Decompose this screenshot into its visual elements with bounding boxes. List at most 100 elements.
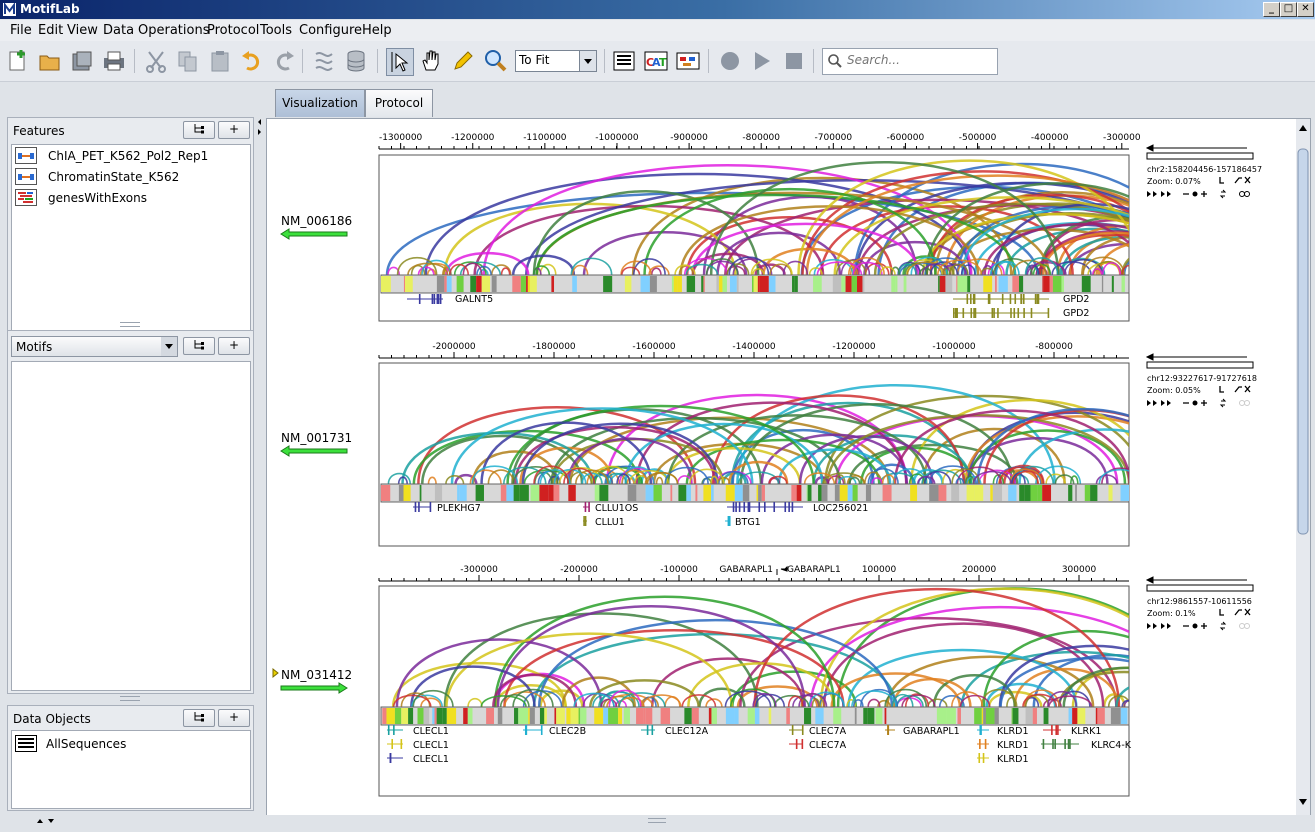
chromatin-state-segment [434,485,443,501]
ruler-tick-label: -800000 [742,133,780,143]
play-button[interactable] [749,48,775,74]
database-button[interactable] [343,48,369,74]
cut-button[interactable] [143,48,169,74]
new-document-icon [9,50,25,71]
print-button[interactable] [101,48,127,74]
chromatin-state-segment [1018,276,1024,292]
sequence-location: chr12:93227617-91727618 [1147,374,1257,383]
list-item[interactable]: ChromatinState_K562 [14,167,250,187]
chromatin-state-segment [1008,485,1017,501]
gene-exon [588,502,590,512]
chromatin-state-segment [568,485,576,501]
pan-tool-button[interactable] [418,48,444,74]
zoom-tool-button[interactable] [482,48,508,74]
zoom-select[interactable]: To Fit [515,50,597,72]
stop-button[interactable] [781,48,807,74]
close-button[interactable]: ✕ [1297,2,1314,17]
menu-protocol[interactable]: Protocol [207,23,259,38]
add-data-object-button[interactable]: + [218,709,250,727]
gene-exon [1009,294,1012,304]
maximize-button[interactable]: □ [1280,2,1297,17]
chromatin-state-segment [875,708,883,724]
menu-edit[interactable]: Edit [38,23,63,38]
menu-help[interactable]: Help [362,23,392,38]
gene-label: PLEKHG7 [437,503,481,514]
gene-exon [738,502,741,512]
undo-button[interactable] [239,48,265,74]
gene-exon [735,502,737,512]
chromatin-state-segment [405,276,413,292]
chromatin-state-segment [570,708,579,724]
list-item[interactable]: genesWithExons [14,188,250,208]
add-motif-button[interactable]: + [218,337,250,355]
chevron-down-icon[interactable] [579,51,596,71]
chromatin-state-segment [520,276,527,292]
search-input[interactable] [847,52,987,68]
minimize-button[interactable]: _ [1263,2,1280,17]
menu-file[interactable]: File [10,23,32,38]
chromatin-state-segment [1077,708,1086,724]
vertical-scrollbar[interactable] [1296,119,1310,816]
menu-view[interactable]: View [67,23,98,38]
menu-tools[interactable]: Tools [260,23,292,38]
chromatin-state-segment [539,708,545,724]
new-button[interactable] [5,48,31,74]
splitter-handle[interactable] [120,322,140,327]
tab-protocol[interactable]: Protocol [365,89,433,117]
features-tree-button[interactable] [183,121,215,139]
list-icon [613,51,635,71]
redo-button[interactable] [271,48,297,74]
motif-browser-button[interactable]: CAT [643,48,669,74]
list-item[interactable]: ChIA_PET_K562_Pol2_Rep1 [14,146,250,166]
tss-label: GABARAPL1 [719,565,773,575]
data-objects-tree-button[interactable] [183,709,215,727]
menu-configure[interactable]: Configure [299,23,362,38]
open-button[interactable] [37,48,63,74]
save-button[interactable] [69,48,95,74]
chromatin-state-segment [640,276,650,292]
gene-exon [788,502,790,512]
sequence-list-button[interactable] [611,48,637,74]
gene-exon [773,502,776,512]
chromatin-state-segment [695,485,698,501]
gene-label: CLEC7A [809,740,847,751]
copy-button[interactable] [175,48,201,74]
splitter-handle[interactable] [648,818,666,823]
track-tools-icon [1219,385,1251,393]
dna-button[interactable] [311,48,337,74]
chromatin-state-segment [572,276,577,292]
motifs-select[interactable]: Motifs [11,336,178,357]
menu-operations[interactable]: Operations [138,23,209,38]
gene-exon [784,502,787,512]
chromatin-state-segment [1075,485,1077,501]
splitter-handle[interactable] [120,696,140,701]
region-browser-button[interactable] [675,48,701,74]
paste-button[interactable] [207,48,233,74]
list-item[interactable]: AllSequences [14,734,250,754]
tab-visualization[interactable]: Visualization [275,89,365,117]
ruler-tick-label: -1200000 [832,342,876,352]
draw-tool-button[interactable] [450,48,476,74]
select-tool-button[interactable] [386,48,414,76]
gene-exon [393,725,395,735]
gene-exon [389,753,392,763]
chromatin-state-segment [985,708,995,724]
menu-data[interactable]: Data [103,23,134,38]
direction-arrow-icon [1145,576,1247,584]
search-box[interactable] [822,48,998,75]
track-navigation-widget[interactable]: chr2:158204456-157186457 Zoom: 0.07% [1145,144,1262,199]
main-splitter[interactable] [257,117,262,817]
chromatin-state-segment [401,708,409,724]
chromatin-state-segment [1049,276,1053,292]
navigation-buttons-icon [1147,400,1171,406]
chromatin-state-segment [851,276,857,292]
add-feature-button[interactable]: + [218,121,250,139]
gene-label: CLECL1 [413,740,449,751]
motifs-tree-button[interactable] [183,337,215,355]
zoom-level: Zoom: 0.1% [1147,609,1196,618]
chromatin-state-segment [734,708,739,724]
collapse-arrow-icon[interactable] [36,817,56,825]
track-navigation-widget[interactable]: chr12:9861557-10611556 Zoom: 0.1% [1145,576,1254,631]
record-button[interactable] [717,48,743,74]
track-navigation-widget[interactable]: chr12:93227617-91727618 Zoom: 0.05% [1145,353,1257,408]
